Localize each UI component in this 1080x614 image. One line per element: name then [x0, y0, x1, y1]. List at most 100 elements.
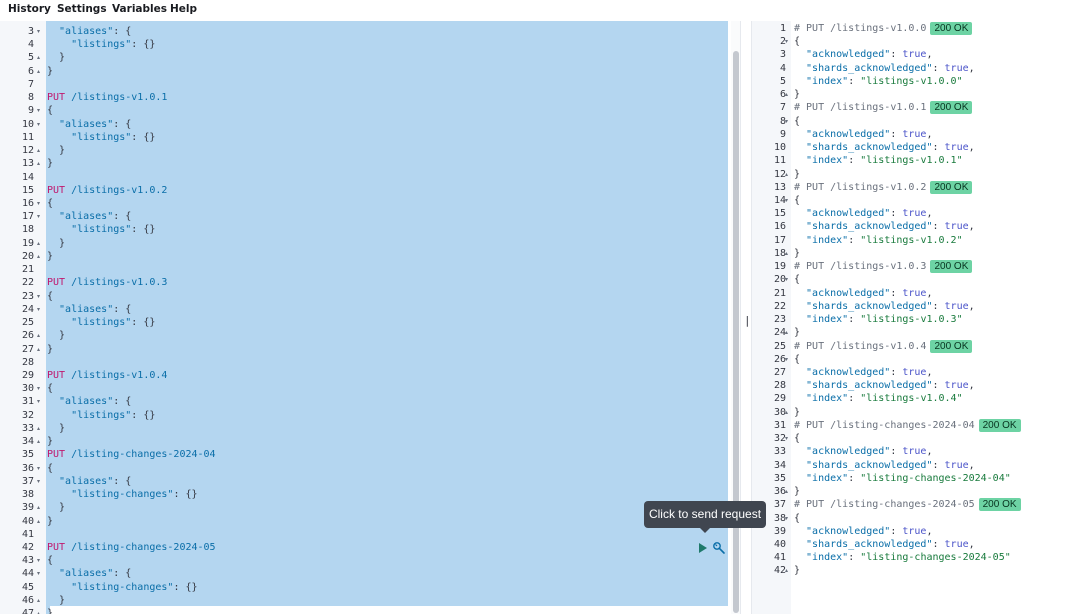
- code-line[interactable]: "acknowledged": true,: [794, 287, 932, 300]
- fold-close-icon[interactable]: ▴: [37, 51, 40, 64]
- code-line[interactable]: "aliases": {: [47, 395, 131, 408]
- code-line[interactable]: {: [47, 462, 53, 475]
- fold-close-icon[interactable]: ▴: [785, 247, 788, 260]
- code-line[interactable]: {: [794, 35, 800, 48]
- fold-open-icon[interactable]: ▾: [37, 25, 40, 38]
- fold-open-icon[interactable]: ▾: [785, 194, 788, 207]
- send-request-button[interactable]: [697, 540, 709, 554]
- code-line[interactable]: "index": "listings-v1.0.0": [794, 75, 963, 88]
- code-line[interactable]: "index": "listing-changes-2024-05": [794, 551, 1011, 564]
- code-line[interactable]: }: [47, 594, 65, 607]
- fold-close-icon[interactable]: ▴: [785, 88, 788, 101]
- code-line[interactable]: {: [794, 353, 800, 366]
- code-line[interactable]: # PUT /listing-changes-2024-05 200 OK: [794, 498, 1021, 512]
- fold-open-icon[interactable]: ▾: [37, 290, 40, 303]
- fold-open-icon[interactable]: ▾: [37, 395, 40, 408]
- menu-help[interactable]: Help: [170, 3, 197, 15]
- code-line[interactable]: }: [794, 564, 800, 577]
- code-line[interactable]: "aliases": {: [47, 25, 131, 38]
- code-line[interactable]: }: [47, 51, 65, 64]
- fold-open-icon[interactable]: ▾: [785, 115, 788, 128]
- menu-settings[interactable]: Settings: [57, 3, 107, 15]
- code-line[interactable]: "acknowledged": true,: [794, 366, 932, 379]
- fold-open-icon[interactable]: ▾: [785, 273, 788, 286]
- fold-open-icon[interactable]: ▾: [37, 567, 40, 580]
- fold-close-icon[interactable]: ▴: [37, 144, 40, 157]
- code-line[interactable]: }: [794, 247, 800, 260]
- fold-open-icon[interactable]: ▾: [37, 382, 40, 395]
- code-line[interactable]: {: [794, 512, 800, 525]
- fold-close-icon[interactable]: ▴: [785, 168, 788, 181]
- response-viewer[interactable]: 1 # PUT /listings-v1.0.0 200 OK 2 ▾{3 "ackno…: [752, 21, 1080, 614]
- code-line[interactable]: "acknowledged": true,: [794, 525, 932, 538]
- fold-open-icon[interactable]: ▾: [785, 512, 788, 525]
- code-line[interactable]: }: [47, 157, 53, 170]
- fold-close-icon[interactable]: ▴: [37, 343, 40, 356]
- code-line[interactable]: "index": "listings-v1.0.4": [794, 392, 963, 405]
- code-line[interactable]: PUT /listings-v1.0.4: [47, 369, 167, 382]
- code-line[interactable]: "listings": {}: [47, 38, 155, 51]
- fold-open-icon[interactable]: ▾: [37, 462, 40, 475]
- code-line[interactable]: "index": "listings-v1.0.1": [794, 154, 963, 167]
- fold-open-icon[interactable]: ▾: [37, 104, 40, 117]
- code-line[interactable]: {: [47, 197, 53, 210]
- code-line[interactable]: {: [47, 554, 53, 567]
- code-line[interactable]: }: [794, 326, 800, 339]
- code-line[interactable]: "listings": {}: [47, 409, 155, 422]
- code-line[interactable]: }: [47, 607, 53, 614]
- code-line[interactable]: PUT /listings-v1.0.1: [47, 91, 167, 104]
- code-line[interactable]: }: [47, 237, 65, 250]
- code-line[interactable]: "listings": {}: [47, 316, 155, 329]
- fold-close-icon[interactable]: ▴: [37, 607, 40, 614]
- fold-close-icon[interactable]: ▴: [785, 485, 788, 498]
- code-line[interactable]: "aliases": {: [47, 210, 131, 223]
- code-line[interactable]: "aliases": {: [47, 303, 131, 316]
- code-line[interactable]: {: [794, 273, 800, 286]
- code-line[interactable]: {: [47, 290, 53, 303]
- code-line[interactable]: "aliases": {: [47, 567, 131, 580]
- code-line[interactable]: }: [47, 329, 65, 342]
- code-line[interactable]: "index": "listings-v1.0.2": [794, 234, 963, 247]
- fold-open-icon[interactable]: ▾: [785, 353, 788, 366]
- code-line[interactable]: {: [47, 104, 53, 117]
- fold-close-icon[interactable]: ▴: [37, 515, 40, 528]
- menu-variables[interactable]: Variables: [112, 3, 167, 15]
- request-options-button[interactable]: [712, 540, 726, 554]
- code-line[interactable]: }: [47, 515, 53, 528]
- code-line[interactable]: PUT /listings-v1.0.3: [47, 276, 167, 289]
- code-line[interactable]: "aliases": {: [47, 475, 131, 488]
- code-line[interactable]: # PUT /listings-v1.0.2 200 OK: [794, 180, 973, 194]
- code-line[interactable]: }: [47, 501, 65, 514]
- code-line[interactable]: }: [794, 88, 800, 101]
- code-line[interactable]: }: [47, 343, 53, 356]
- fold-open-icon[interactable]: ▾: [785, 432, 788, 445]
- code-line[interactable]: "shards_acknowledged": true,: [794, 379, 975, 392]
- code-line[interactable]: }: [794, 168, 800, 181]
- code-line[interactable]: {: [794, 432, 800, 445]
- code-line[interactable]: PUT /listing-changes-2024-05: [47, 541, 216, 554]
- code-line[interactable]: # PUT /listings-v1.0.4 200 OK: [794, 339, 973, 353]
- code-line[interactable]: }: [794, 485, 800, 498]
- code-line[interactable]: "listings": {}: [47, 223, 155, 236]
- code-line[interactable]: }: [47, 250, 53, 263]
- fold-close-icon[interactable]: ▴: [785, 326, 788, 339]
- code-line[interactable]: "listing-changes": {}: [47, 488, 197, 501]
- code-line[interactable]: {: [794, 115, 800, 128]
- code-line[interactable]: "acknowledged": true,: [794, 48, 932, 61]
- code-line[interactable]: # PUT /listing-changes-2024-04 200 OK: [794, 418, 1021, 432]
- code-line[interactable]: # PUT /listings-v1.0.1 200 OK: [794, 101, 973, 115]
- code-line[interactable]: }: [47, 144, 65, 157]
- code-line[interactable]: "listings": {}: [47, 131, 155, 144]
- fold-open-icon[interactable]: ▾: [37, 303, 40, 316]
- fold-close-icon[interactable]: ▴: [37, 435, 40, 448]
- fold-open-icon[interactable]: ▾: [37, 554, 40, 567]
- code-line[interactable]: "shards_acknowledged": true,: [794, 220, 975, 233]
- fold-open-icon[interactable]: ▾: [37, 475, 40, 488]
- menu-history[interactable]: History: [8, 3, 51, 15]
- code-line[interactable]: "aliases": {: [47, 118, 131, 131]
- code-line[interactable]: "shards_acknowledged": true,: [794, 62, 975, 75]
- code-line[interactable]: }: [47, 435, 53, 448]
- fold-close-icon[interactable]: ▴: [785, 406, 788, 419]
- code-line[interactable]: # PUT /listings-v1.0.3 200 OK: [794, 260, 973, 274]
- fold-open-icon[interactable]: ▾: [37, 197, 40, 210]
